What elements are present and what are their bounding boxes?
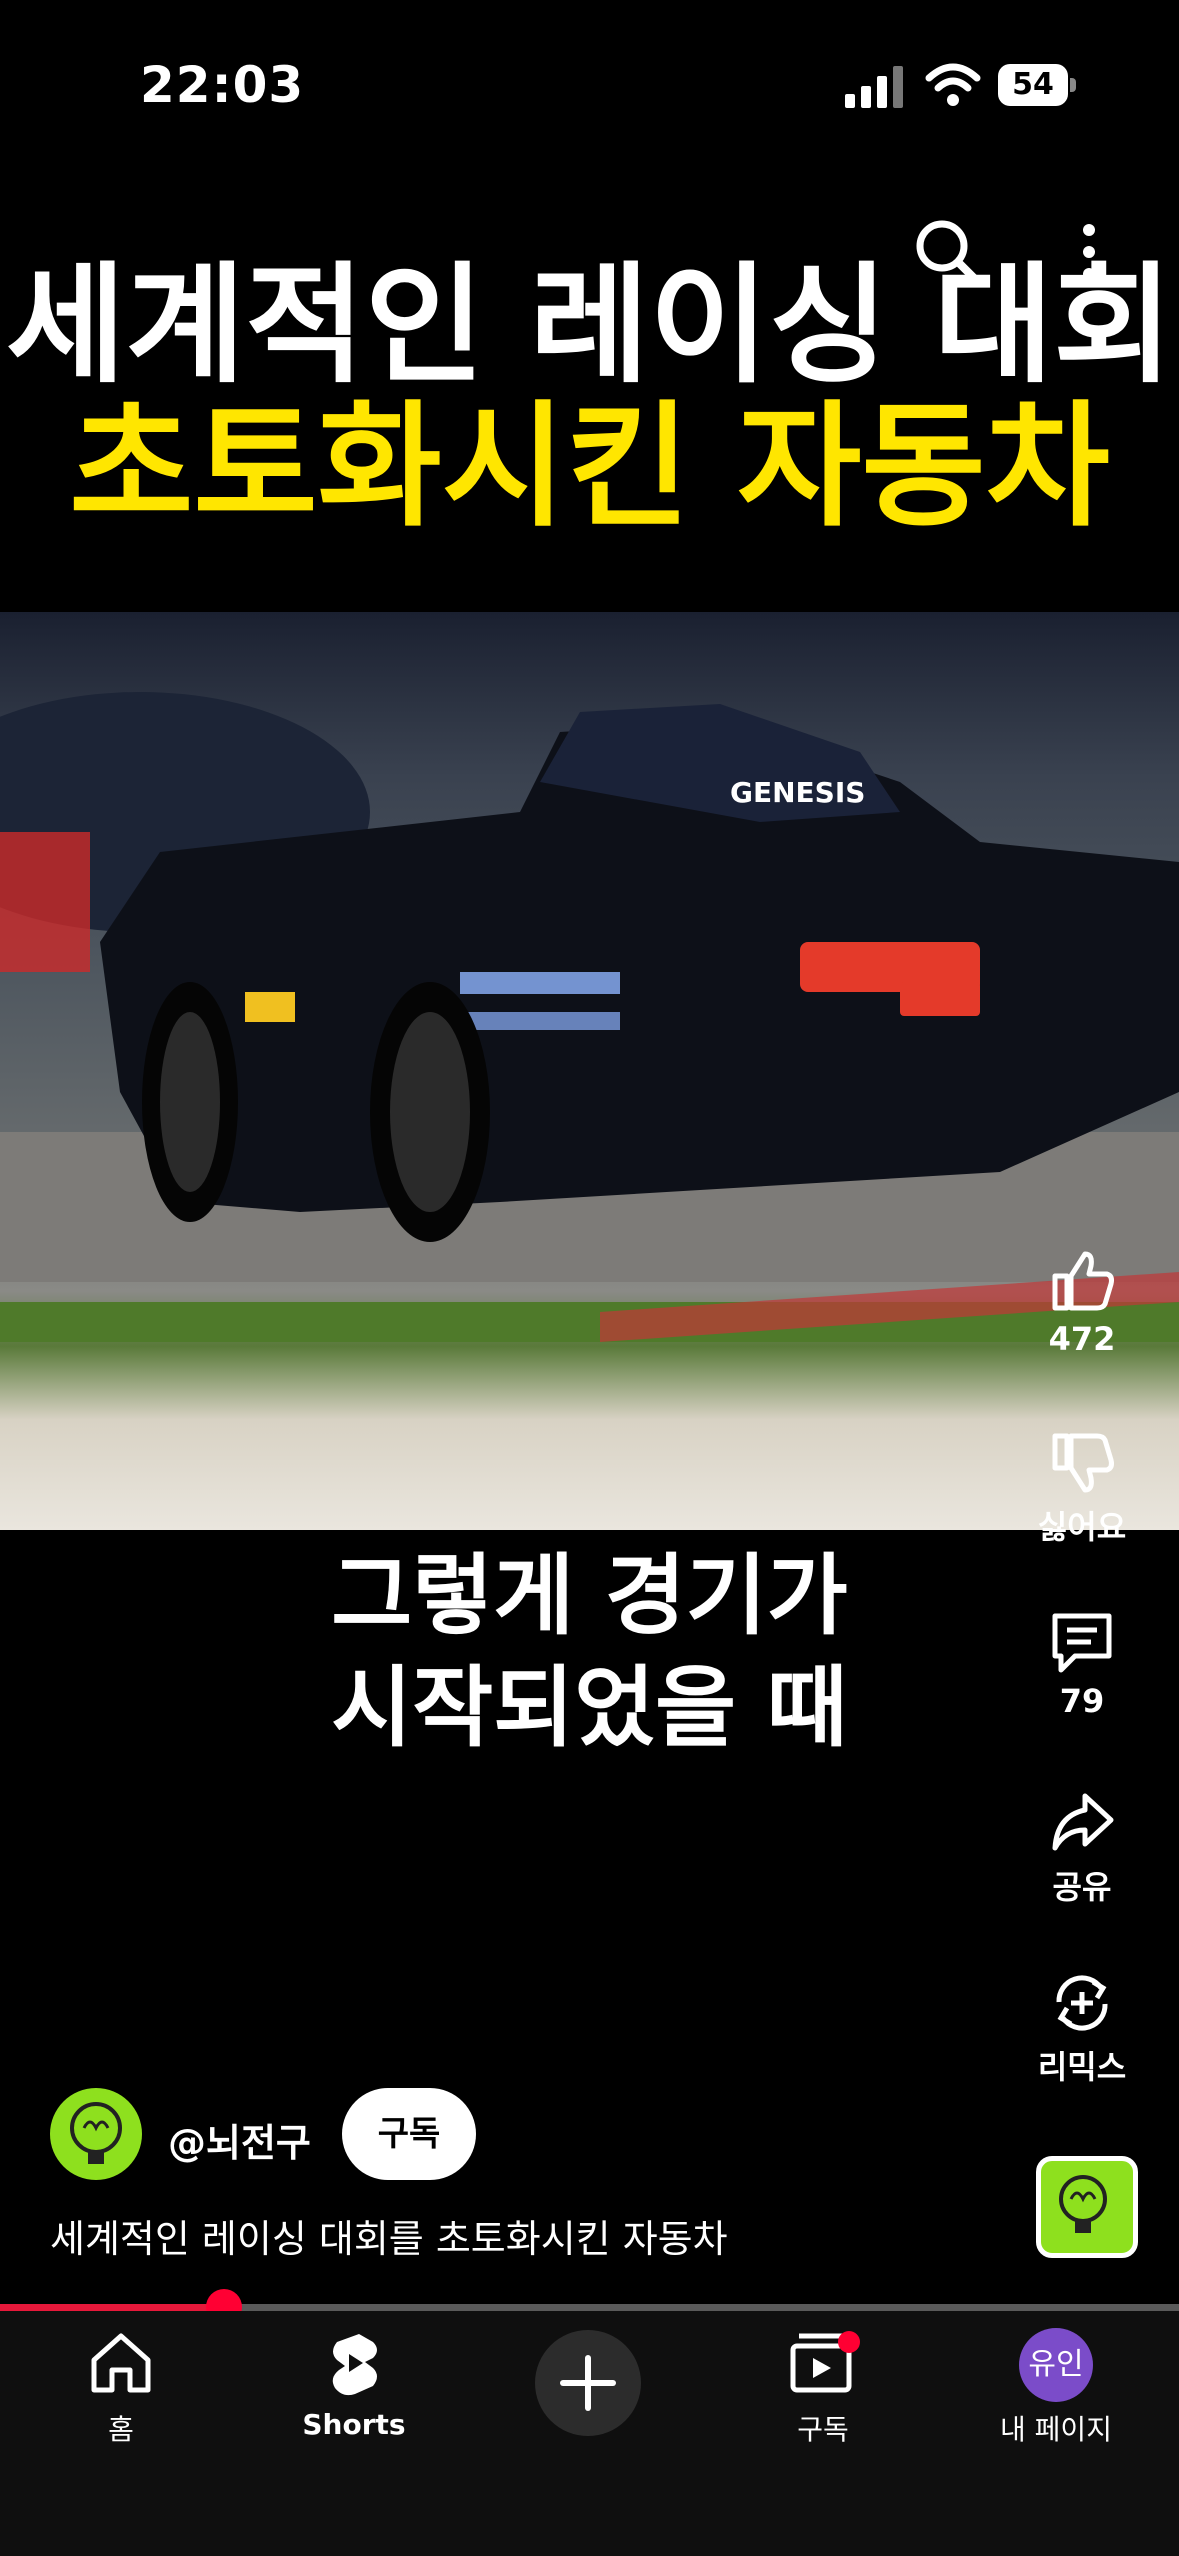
shorts-icon xyxy=(332,2334,377,2396)
thumbs-down-icon xyxy=(1052,1433,1114,1493)
remix-icon xyxy=(1056,1975,1108,2031)
dislike-button[interactable]: 싫어요 xyxy=(1002,1428,1162,1548)
wifi-icon xyxy=(925,63,981,106)
create-button[interactable] xyxy=(535,2330,641,2436)
comments-button[interactable]: 79 xyxy=(1002,1608,1162,1720)
progress-fill xyxy=(0,2304,224,2311)
nav-home[interactable]: 홈 xyxy=(21,2328,221,2448)
nav-subscriptions[interactable]: 구독 xyxy=(723,2328,923,2448)
battery-icon: 54 xyxy=(998,64,1076,106)
subscribe-button[interactable]: 구독 xyxy=(342,2088,476,2180)
like-count: 472 xyxy=(1048,1320,1116,1358)
dislike-label: 싫어요 xyxy=(1037,1508,1127,1546)
share-icon xyxy=(1052,1793,1114,1851)
comment-icon xyxy=(1052,1613,1112,1673)
thumbs-up-icon xyxy=(1052,1251,1114,1311)
sound-thumbnail[interactable] xyxy=(1036,2156,1138,2258)
home-icon xyxy=(91,2333,151,2393)
lightbulb-brain-icon xyxy=(1059,2175,1107,2233)
video-frame[interactable]: GENESIS xyxy=(0,612,1179,1530)
cellular-signal-icon xyxy=(845,66,903,108)
share-label: 공유 xyxy=(1052,1868,1112,1906)
subscriptions-icon xyxy=(790,2331,860,2393)
remix-label: 리믹스 xyxy=(1037,2048,1127,2086)
battery-level: 54 xyxy=(998,64,1068,106)
status-time: 22:03 xyxy=(140,56,305,114)
nav-home-label: 홈 xyxy=(108,2413,134,2446)
comment-count: 79 xyxy=(1059,1682,1105,1720)
nav-shorts-label: Shorts xyxy=(302,2408,406,2441)
video-description[interactable]: 세계적인 레이싱 대회를 초토화시킨 자동차 xyxy=(50,2208,728,2263)
video-title-line2: 초토화시킨 자동차 xyxy=(69,388,1110,545)
lightbulb-brain-icon xyxy=(70,2102,122,2164)
car-brand-text: GENESIS xyxy=(730,776,865,809)
channel-handle[interactable]: @뇌전구 xyxy=(168,2112,311,2167)
channel-avatar[interactable] xyxy=(50,2088,142,2180)
share-button[interactable]: 공유 xyxy=(1002,1788,1162,1908)
video-title-line1: 세계적인 레이싱 대회 xyxy=(6,249,1173,401)
plus-icon xyxy=(560,2355,616,2411)
nav-my-page[interactable]: 유인 내 페이지 xyxy=(956,2328,1156,2448)
nav-my-page-label: 내 페이지 xyxy=(1000,2413,1112,2446)
like-button[interactable]: 472 xyxy=(1002,1246,1162,1358)
user-avatar: 유인 xyxy=(1019,2328,1093,2402)
remix-button[interactable]: 리믹스 xyxy=(1002,1968,1162,2088)
race-car-image: GENESIS xyxy=(0,692,1179,1342)
nav-subscriptions-label: 구독 xyxy=(797,2413,849,2446)
nav-shorts[interactable]: Shorts xyxy=(254,2328,454,2441)
